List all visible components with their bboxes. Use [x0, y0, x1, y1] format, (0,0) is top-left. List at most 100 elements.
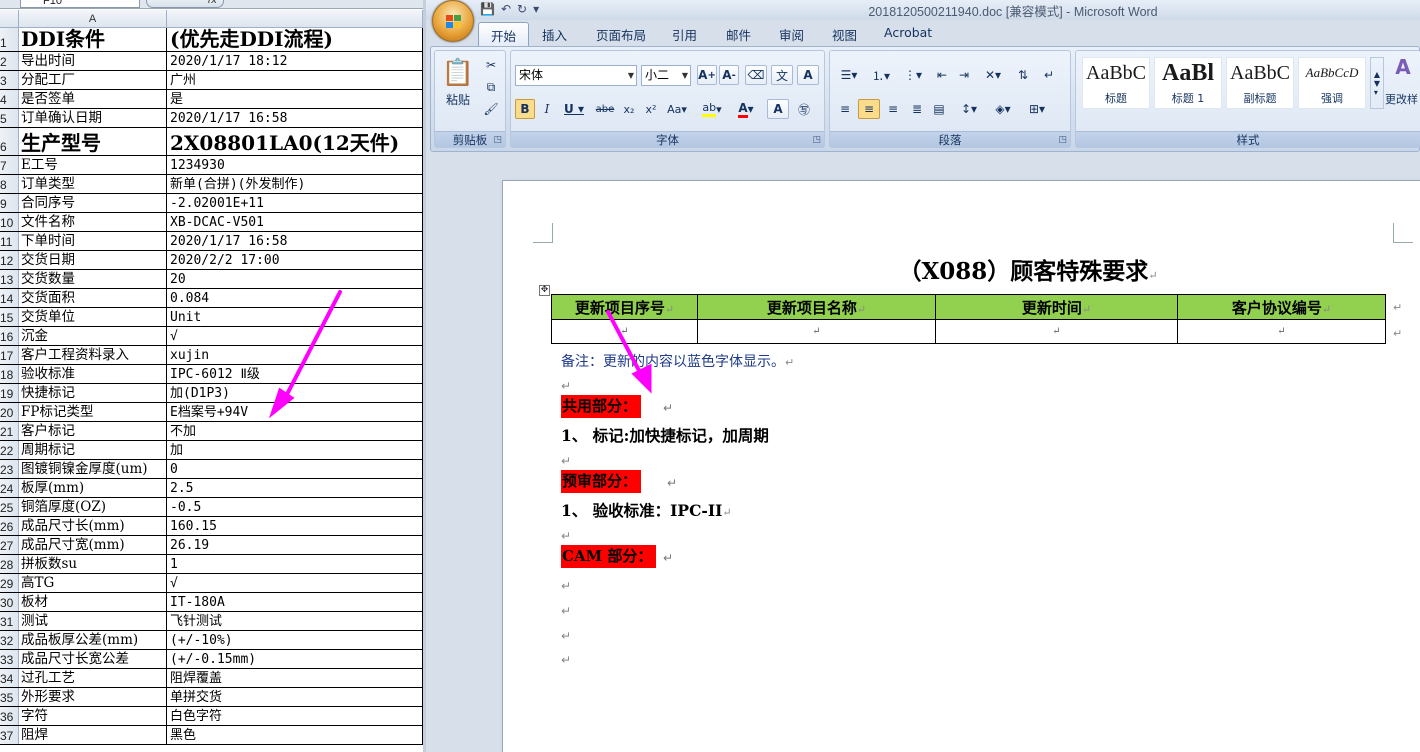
- cell-column-b[interactable]: IT-180A: [167, 593, 423, 611]
- table-cell[interactable]: ↵: [551, 319, 698, 344]
- cell-column-b[interactable]: 不加: [167, 422, 423, 440]
- tab-acrobat[interactable]: Acrobat: [884, 25, 932, 40]
- paste-button[interactable]: 粘贴: [439, 91, 477, 107]
- row-number[interactable]: 6: [0, 128, 19, 155]
- cell-column-b[interactable]: xujin: [167, 346, 423, 364]
- cell-column-a[interactable]: 成品尺寸长(mm): [19, 517, 167, 535]
- row-number[interactable]: 29: [0, 574, 19, 592]
- cell-column-a[interactable]: 交货面积: [19, 289, 167, 307]
- cell-column-a[interactable]: 高TG: [19, 574, 167, 592]
- empty-paragraph-mark[interactable]: ↵: [561, 579, 571, 593]
- cell-column-a[interactable]: 过孔工艺: [19, 669, 167, 687]
- tab-page-layout[interactable]: 页面布局: [596, 25, 646, 44]
- cell-column-b[interactable]: 加: [167, 441, 423, 459]
- change-styles-icon[interactable]: A: [1386, 55, 1420, 79]
- table-header-cell[interactable]: 更新项目序号↵: [551, 294, 698, 320]
- row-number[interactable]: 28: [0, 555, 19, 573]
- styles-scroll[interactable]: ▲ ▼ ▾: [1370, 57, 1384, 109]
- cell-column-a[interactable]: 分配工厂: [19, 71, 167, 89]
- bullets-icon[interactable]: ☰▾: [834, 65, 864, 85]
- row-number[interactable]: 35: [0, 688, 19, 706]
- row-number[interactable]: 10: [0, 213, 19, 231]
- document-page[interactable]: （X088）顾客特殊要求↵ ✥ 更新项目序号↵ 更新项目名称↵ 更新时间↵ 客户…: [502, 180, 1420, 752]
- row-number[interactable]: 33: [0, 650, 19, 668]
- copy-icon[interactable]: ⧉: [481, 77, 501, 97]
- cell-column-a[interactable]: 交货单位: [19, 308, 167, 326]
- increase-indent-icon[interactable]: ⇥: [954, 65, 974, 85]
- format-painter-icon[interactable]: 🖌: [481, 99, 501, 119]
- table-header-cell[interactable]: 更新项目名称↵: [697, 294, 936, 320]
- row-number[interactable]: 22: [0, 441, 19, 459]
- cell-column-b[interactable]: -2.02001E+11: [167, 194, 423, 212]
- row-number[interactable]: 11: [0, 232, 19, 250]
- cell-column-b[interactable]: 2020/1/17 18:12: [167, 52, 423, 70]
- table-header-cell[interactable]: 客户协议编号↵: [1177, 294, 1386, 320]
- tab-review[interactable]: 审阅: [779, 25, 804, 44]
- empty-paragraph-mark[interactable]: ↵: [561, 454, 571, 468]
- cell-column-b[interactable]: (优先走DDI流程): [167, 28, 423, 51]
- cell-column-a[interactable]: 外形要求: [19, 688, 167, 706]
- show-marks-icon[interactable]: ↵: [1038, 65, 1060, 85]
- empty-paragraph-mark[interactable]: ↵: [561, 604, 571, 618]
- row-number[interactable]: 15: [0, 308, 19, 326]
- cell-column-b[interactable]: Unit: [167, 308, 423, 326]
- row-number[interactable]: 30: [0, 593, 19, 611]
- section-heading-pre-review[interactable]: 预审部分：: [561, 470, 642, 493]
- distributed-icon[interactable]: ▤: [928, 99, 950, 119]
- cell-column-a[interactable]: 拼板数su: [19, 555, 167, 573]
- section-item[interactable]: 1、 验收标准：IPC-II↵: [561, 499, 732, 521]
- align-left-icon[interactable]: ≡: [834, 99, 856, 119]
- change-styles-button[interactable]: 更改样: [1384, 91, 1420, 107]
- justify-icon[interactable]: ≣: [906, 99, 928, 119]
- cell-column-b[interactable]: 新单(合拼)(外发制作): [167, 175, 423, 193]
- cell-column-b[interactable]: 160.15: [167, 517, 423, 535]
- align-right-icon[interactable]: ≡: [882, 99, 904, 119]
- cell-column-a[interactable]: DDI条件: [19, 28, 167, 51]
- numbering-icon[interactable]: ⒈▾: [866, 65, 896, 85]
- change-case-icon[interactable]: Aa▾: [663, 99, 691, 119]
- column-header-b[interactable]: [167, 10, 423, 28]
- cell-column-b[interactable]: 是: [167, 90, 423, 108]
- cell-column-b[interactable]: 白色字符: [167, 707, 423, 725]
- cell-column-a[interactable]: 成品尺寸宽(mm): [19, 536, 167, 554]
- row-number[interactable]: 12: [0, 251, 19, 269]
- tab-view[interactable]: 视图: [832, 25, 857, 44]
- row-number[interactable]: 16: [0, 327, 19, 345]
- fx-button[interactable]: fx: [146, 0, 224, 8]
- paragraph-launcher-icon[interactable]: ◳: [1058, 135, 1067, 145]
- shrink-font-icon[interactable]: A-: [719, 65, 739, 85]
- cell-column-a[interactable]: 快捷标记: [19, 384, 167, 402]
- cell-column-a[interactable]: 下单时间: [19, 232, 167, 250]
- cell-column-a[interactable]: E工号: [19, 156, 167, 174]
- row-number[interactable]: 32: [0, 631, 19, 649]
- cell-column-a[interactable]: 测试: [19, 612, 167, 630]
- paste-icon[interactable]: 📋: [441, 55, 475, 91]
- cut-icon[interactable]: ✂: [481, 55, 501, 75]
- cell-column-a[interactable]: 客户标记: [19, 422, 167, 440]
- qat-dropdown-icon[interactable]: ▾: [533, 2, 539, 16]
- cell-column-a[interactable]: 阻焊: [19, 726, 167, 744]
- highlight-icon[interactable]: ab ▾: [697, 99, 727, 119]
- cell-column-b[interactable]: 阻焊覆盖: [167, 669, 423, 687]
- cell-column-b[interactable]: 20: [167, 270, 423, 288]
- section-item[interactable]: 1、 标记:加快捷标记，加周期: [561, 424, 769, 446]
- empty-paragraph-mark[interactable]: ↵: [561, 529, 571, 543]
- cell-column-b[interactable]: 2020/1/17 16:58: [167, 109, 423, 127]
- font-size-combo[interactable]: 小二 ▼: [641, 65, 691, 86]
- row-number[interactable]: 37: [0, 726, 19, 744]
- column-header-a[interactable]: A: [19, 10, 167, 28]
- row-number[interactable]: 4: [0, 90, 19, 108]
- cell-column-a[interactable]: 文件名称: [19, 213, 167, 231]
- cell-column-b[interactable]: 2.5: [167, 479, 423, 497]
- row-number[interactable]: 34: [0, 669, 19, 687]
- row-number[interactable]: 26: [0, 517, 19, 535]
- table-cell[interactable]: ↵: [1177, 319, 1386, 344]
- document-title[interactable]: （X088）顾客特殊要求↵: [503, 252, 1420, 286]
- font-launcher-icon[interactable]: ◳: [812, 135, 821, 145]
- row-number[interactable]: 17: [0, 346, 19, 364]
- underline-icon[interactable]: U ▾: [559, 99, 589, 119]
- bold-icon[interactable]: B: [515, 99, 535, 119]
- clipboard-launcher-icon[interactable]: ◳: [493, 135, 502, 145]
- style-card-title[interactable]: AaBbC 标题: [1082, 57, 1150, 109]
- cell-column-a[interactable]: FP标记类型: [19, 403, 167, 421]
